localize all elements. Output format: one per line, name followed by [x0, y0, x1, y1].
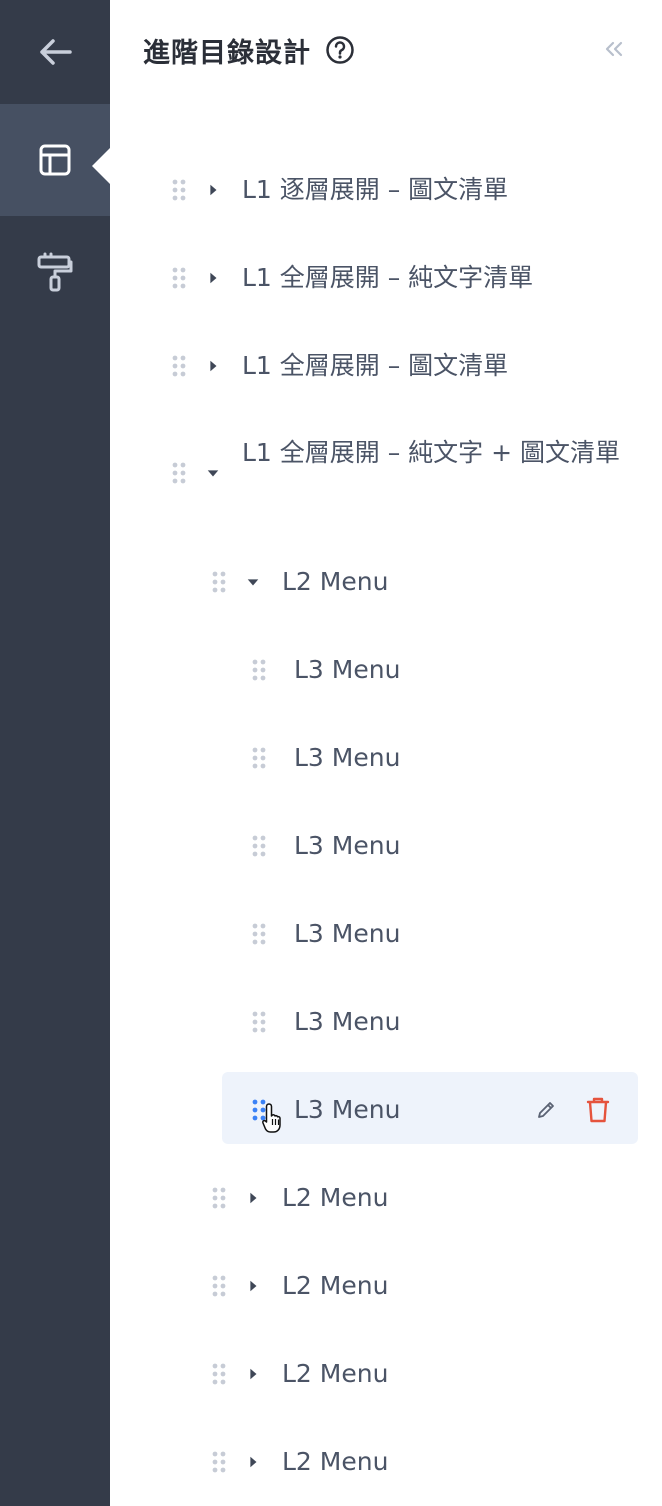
- delete-icon[interactable]: [584, 1096, 612, 1124]
- arrow-left-icon: [40, 39, 72, 65]
- caret-right-icon[interactable]: [246, 1366, 260, 1382]
- active-pointer: [92, 148, 110, 184]
- caret-right-icon[interactable]: [246, 1190, 260, 1206]
- paint-roller-icon: [37, 252, 73, 292]
- drag-handle-icon[interactable]: [212, 1451, 226, 1473]
- tree-row-label: L2 Menu: [282, 1447, 389, 1476]
- tree-row-label: L2 Menu: [282, 1271, 389, 1300]
- caret-right-icon[interactable]: [246, 1454, 260, 1470]
- tree-row-label: L1 全層展開 – 純文字 + 圖文清單: [242, 438, 621, 467]
- tree-row-label: L3 Menu: [294, 743, 401, 772]
- question-circle-icon[interactable]: [325, 35, 355, 65]
- back-button[interactable]: [0, 0, 110, 104]
- edit-icon[interactable]: [532, 1096, 560, 1124]
- drag-handle-icon[interactable]: [212, 1363, 226, 1385]
- tree-row-label: L3 Menu: [294, 1095, 401, 1124]
- tree-row-label: L2 Menu: [282, 1359, 389, 1388]
- tree-row-label: L3 Menu: [294, 919, 401, 948]
- tree-row-label: L1 逐層展開 – 圖文清單: [242, 175, 509, 204]
- drag-handle-icon[interactable]: [212, 1275, 226, 1297]
- tree-row-label: L3 Menu: [294, 831, 401, 860]
- caret-right-icon[interactable]: [206, 270, 220, 286]
- caret-down-icon[interactable]: [206, 465, 220, 481]
- drag-handle-icon[interactable]: [252, 747, 266, 769]
- caret-down-icon[interactable]: [246, 574, 260, 590]
- tree-row-label: L1 全層展開 – 圖文清單: [242, 351, 509, 380]
- drag-handle-icon[interactable]: [252, 1011, 266, 1033]
- drag-handle-icon[interactable]: [252, 923, 266, 945]
- tree-row-label: L3 Menu: [294, 655, 401, 684]
- panel-title: 進階目錄設計: [143, 30, 355, 70]
- tree-row-label: L2 Menu: [282, 567, 389, 596]
- caret-right-icon[interactable]: [246, 1278, 260, 1294]
- drag-handle-icon[interactable]: [252, 659, 266, 681]
- drag-handle-icon[interactable]: [212, 1187, 226, 1209]
- panel-title-text: 進階目錄設計: [143, 37, 311, 69]
- theme-nav-button[interactable]: [0, 216, 110, 328]
- drag-handle-icon[interactable]: [172, 462, 186, 484]
- drag-handle-icon[interactable]: [212, 571, 226, 593]
- tree-row-label: L3 Menu: [294, 1007, 401, 1036]
- tree-row-label: L2 Menu: [282, 1183, 389, 1212]
- menu-design-panel: 進階目錄設計 L1 逐層展開 – 圖文清單 L1 全層展開 – 純文字清單 L1 全…: [110, 0, 662, 1506]
- caret-right-icon[interactable]: [206, 358, 220, 374]
- drag-handle-icon[interactable]: [252, 835, 266, 857]
- double-chevron-left-icon[interactable]: [602, 34, 626, 64]
- drag-handle-icon[interactable]: [172, 267, 186, 289]
- icon-rail: [0, 0, 110, 1506]
- drag-handle-icon[interactable]: [172, 179, 186, 201]
- pointer-cursor-icon: [260, 1102, 290, 1138]
- drag-handle-icon[interactable]: [172, 355, 186, 377]
- tree-row-label: L1 全層展開 – 純文字清單: [242, 263, 534, 292]
- caret-right-icon[interactable]: [206, 182, 220, 198]
- layout-icon: [39, 144, 71, 176]
